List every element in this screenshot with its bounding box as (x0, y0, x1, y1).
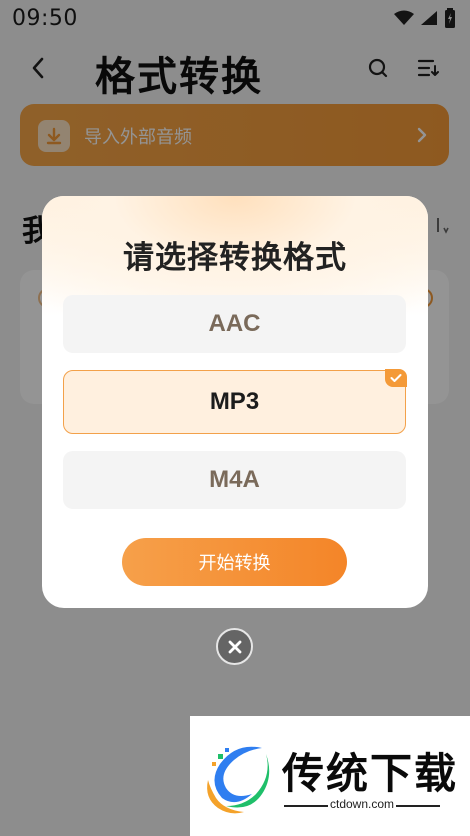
check-icon (385, 369, 407, 387)
watermark-url: ctdown.com (330, 797, 395, 811)
format-option-label: AAC (208, 310, 261, 337)
start-convert-button[interactable]: 开始转换 (122, 538, 347, 586)
close-dialog-button[interactable] (216, 628, 253, 665)
watermark-divider-left (284, 805, 328, 807)
dialog-title: 请选择转换格式 (123, 240, 347, 276)
close-icon (228, 640, 241, 653)
format-option-label: M4A (209, 466, 260, 493)
watermark-brand: 传统下载 (282, 749, 459, 798)
watermark-divider-right (396, 805, 440, 807)
watermark-logo-icon (200, 736, 274, 816)
watermark: 传统下载 ctdown.com (190, 716, 470, 836)
format-dialog: 请选择转换格式 AAC MP3 M4A 开始转换 (42, 196, 428, 608)
format-option-m4a[interactable]: M4A (63, 451, 406, 509)
format-option-aac[interactable]: AAC (63, 295, 406, 353)
format-option-mp3[interactable]: MP3 (63, 369, 407, 434)
format-option-label: MP3 (209, 388, 260, 415)
